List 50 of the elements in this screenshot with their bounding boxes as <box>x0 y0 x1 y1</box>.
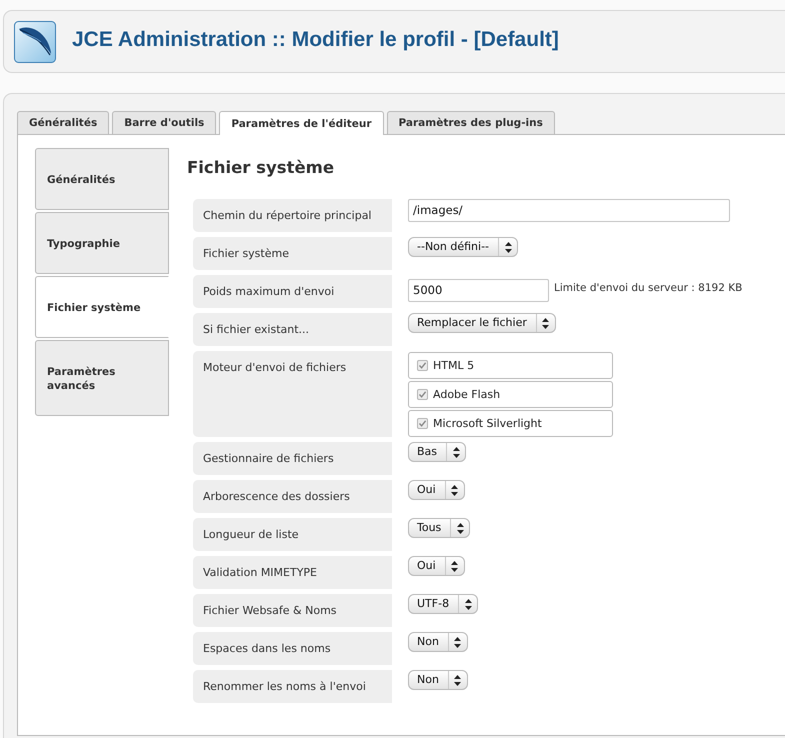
feather-logo-icon <box>14 20 56 62</box>
checkbox-option[interactable]: Adobe Flash <box>408 381 613 408</box>
updown-arrows-icon <box>454 636 462 648</box>
side-tab[interactable]: Généralités <box>35 148 169 210</box>
text-field[interactable]: 5000 <box>408 279 549 302</box>
checkbox[interactable] <box>417 360 428 371</box>
select-field[interactable]: Oui <box>408 556 465 576</box>
tab[interactable]: Paramètres des plug-ins <box>386 111 555 134</box>
updown-arrows-icon <box>456 522 464 534</box>
checkbox-option[interactable]: HTML 5 <box>408 352 613 379</box>
setting-label: Si fichier existant... <box>193 313 392 346</box>
updown-arrows-icon <box>504 242 512 252</box>
side-tab[interactable]: Typographie <box>35 212 169 274</box>
tab[interactable]: Généralités <box>17 111 110 134</box>
setting-label: Chemin du répertoire principal <box>193 199 392 232</box>
updown-arrows-icon <box>451 560 458 572</box>
setting-label: Validation MIMETYPE <box>193 556 392 589</box>
setting-label: Arborescence des dossiers <box>193 480 392 513</box>
setting-label: Fichier système <box>193 237 392 270</box>
setting-label: Longueur de liste <box>193 518 392 551</box>
updown-arrows-icon <box>464 598 472 610</box>
page-title: JCE Administration :: Modifier le profil - [Default] <box>72 26 559 52</box>
text-field[interactable]: /images/ <box>408 199 730 222</box>
hint-text: Limite d'envoi du serveur : 8192 KB <box>554 281 742 296</box>
select-field[interactable]: Non <box>408 670 468 690</box>
side-tab[interactable]: Fichier système <box>35 276 169 338</box>
select-field[interactable]: Tous <box>408 518 470 538</box>
checkbox-option[interactable]: Microsoft Silverlight <box>408 410 613 437</box>
updown-arrows-icon <box>452 446 460 458</box>
setting-label: Poids maximum d'envoi <box>193 275 392 308</box>
updown-arrows-icon <box>451 484 458 496</box>
tab[interactable]: Barre d'outils <box>112 111 216 134</box>
checkbox[interactable] <box>417 418 428 429</box>
updown-arrows-icon <box>542 318 550 328</box>
tab[interactable]: Paramètres de l'éditeur <box>219 111 384 135</box>
select-field[interactable]: Oui <box>408 480 465 500</box>
setting-label: Gestionnaire de fichiers <box>193 442 392 475</box>
side-tab[interactable]: Paramètres avancés <box>35 340 169 416</box>
select-field[interactable]: --Non défini-- <box>408 237 518 257</box>
setting-label: Moteur d'envoi de fichiers <box>193 351 392 437</box>
select-field[interactable]: Non <box>408 632 468 652</box>
select-field[interactable]: Remplacer le fichier <box>408 313 556 333</box>
setting-label: Renommer les noms à l'envoi <box>193 670 392 703</box>
select-field[interactable]: Bas <box>408 442 466 462</box>
checkbox[interactable] <box>417 389 428 400</box>
updown-arrows-icon <box>454 674 462 686</box>
setting-label: Espaces dans les noms <box>193 632 392 665</box>
section-heading: Fichier système <box>187 157 336 179</box>
select-field[interactable]: UTF-8 <box>408 594 478 614</box>
setting-label: Fichier Websafe & Noms <box>193 594 392 627</box>
